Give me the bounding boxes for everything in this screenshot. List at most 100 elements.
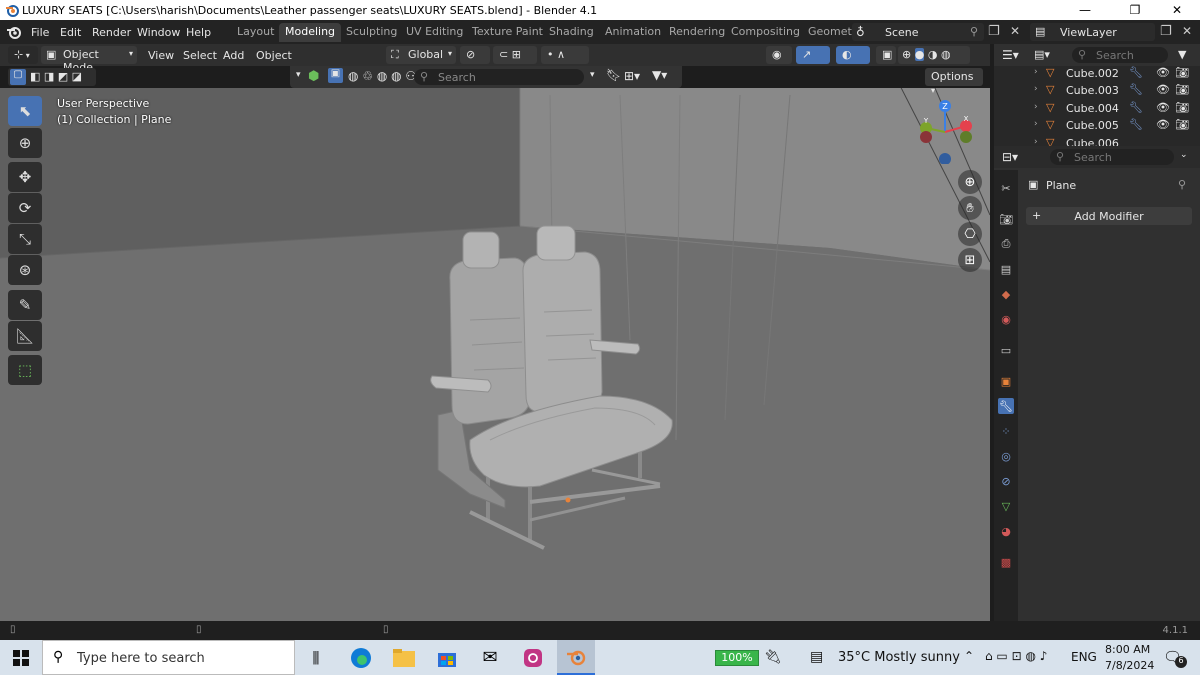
output-tab-icon[interactable]: ⎙ bbox=[998, 236, 1014, 252]
new-scene-icon[interactable]: ❐ bbox=[988, 24, 1000, 39]
overlays-button[interactable]: ◐ bbox=[836, 46, 870, 64]
remove-view-layer-icon[interactable]: ✕ bbox=[1182, 24, 1192, 38]
remove-scene-icon[interactable]: ✕ bbox=[1010, 24, 1020, 38]
annotate-tool[interactable]: ✎ bbox=[8, 290, 42, 320]
eye-icon[interactable]: 👁︎ bbox=[1156, 118, 1170, 131]
filter-icon[interactable]: ▼▾ bbox=[652, 68, 667, 82]
battery-indicator[interactable]: 100% bbox=[715, 650, 759, 666]
menu-window[interactable]: Window bbox=[137, 26, 180, 39]
visibility-button[interactable]: ◉ bbox=[766, 46, 792, 64]
tab-layout[interactable]: Layout bbox=[231, 23, 280, 42]
blender-menu-icon[interactable] bbox=[6, 24, 22, 40]
mode-dropdown[interactable]: ▣ Object Mode ▾ bbox=[41, 46, 137, 74]
clock-date[interactable]: 7/8/2024 bbox=[1105, 659, 1154, 672]
display-mode-icon[interactable]: ▤▾ bbox=[1034, 48, 1050, 61]
wireframe-shading-icon[interactable]: ⊕ bbox=[902, 48, 911, 61]
taskbar-search-box[interactable]: ⚲ Type here to search bbox=[42, 640, 295, 675]
tab-sculpting[interactable]: Sculpting bbox=[340, 23, 403, 42]
filter-icon[interactable]: ▼ bbox=[1178, 48, 1186, 61]
navigation-gizmo[interactable]: Z X Y bbox=[910, 96, 980, 164]
menu-edit[interactable]: Edit bbox=[60, 26, 81, 39]
object-tab-icon[interactable]: ▣ bbox=[998, 373, 1014, 389]
tab-shading[interactable]: Shading bbox=[543, 23, 600, 42]
pin-icon[interactable]: ⚲ bbox=[970, 25, 978, 38]
material-shading-icon[interactable]: ◑ bbox=[928, 48, 938, 61]
proportional-edit-button[interactable]: • ∧ bbox=[541, 46, 589, 64]
transform-orientation-dropdown[interactable]: ⛶ Global ▾ bbox=[386, 46, 456, 64]
tab-rendering[interactable]: Rendering bbox=[663, 23, 731, 42]
new-view-layer-icon[interactable]: ❐ bbox=[1160, 24, 1172, 39]
camera-icon[interactable]: 📷︎ bbox=[1175, 101, 1189, 114]
view-layer-selector[interactable]: ▤ ViewLayer bbox=[1030, 23, 1155, 41]
outliner-row[interactable]: › ▽ Cube.006 bbox=[994, 135, 1200, 146]
perspective-toggle-button[interactable]: ⊞ bbox=[958, 248, 982, 272]
outliner-row[interactable]: › ▽ Cube.005 🔧︎ 👁︎ 📷︎ bbox=[994, 117, 1200, 134]
add-modifier-button[interactable]: + Add Modifier bbox=[1026, 207, 1192, 225]
file-explorer-button[interactable] bbox=[385, 640, 423, 675]
snap-button[interactable]: ⊂ ⊞ bbox=[493, 46, 537, 64]
eye-icon[interactable]: 👁︎ bbox=[1156, 66, 1170, 79]
3d-viewport[interactable]: Z X Y bbox=[0, 88, 990, 621]
bookmark-icon[interactable]: 🔖︎ bbox=[606, 68, 621, 82]
view-menu[interactable]: View bbox=[148, 49, 174, 62]
gizmos-button[interactable]: ↗ bbox=[796, 46, 830, 64]
particles-tab-icon[interactable]: ⁘ bbox=[998, 423, 1014, 439]
layout-icon[interactable]: ⊞▾ bbox=[624, 69, 640, 83]
add-cube-tool[interactable]: ⬚ bbox=[8, 355, 42, 385]
outliner-row[interactable]: › ▽ Cube.004 🔧︎ 👁︎ 📷︎ bbox=[994, 100, 1200, 117]
instagram-button[interactable] bbox=[514, 640, 552, 675]
clock-time[interactable]: 8:00 AM bbox=[1105, 643, 1150, 656]
task-view-button[interactable]: ⫼ bbox=[297, 640, 335, 675]
chevron-down-icon[interactable]: ▾ bbox=[296, 70, 301, 80]
select-menu[interactable]: Select bbox=[183, 49, 217, 62]
pin-icon[interactable]: ⚲ bbox=[1178, 178, 1186, 191]
xray-button[interactable]: ▣ bbox=[876, 46, 896, 64]
menu-render[interactable]: Render bbox=[92, 26, 131, 39]
properties-editor-icon[interactable]: ⊟▾ bbox=[1002, 150, 1018, 164]
options-button[interactable]: Options ▾ bbox=[925, 68, 983, 95]
add-menu[interactable]: Add bbox=[223, 49, 244, 62]
eye-icon[interactable]: 👁︎ bbox=[1156, 101, 1170, 114]
edge-button[interactable] bbox=[342, 640, 380, 675]
collection-tab-icon[interactable]: ▭ bbox=[998, 342, 1014, 358]
scene-selector[interactable]: ♁ Scene ⚲ bbox=[852, 23, 984, 41]
tool-tab-icon[interactable]: ✂ bbox=[998, 180, 1014, 196]
material-tab-icon[interactable]: ◕ bbox=[998, 523, 1014, 539]
physics-tab-icon[interactable]: ◎ bbox=[998, 448, 1014, 464]
move-tool[interactable]: ✥ bbox=[8, 162, 42, 192]
system-tray-icons[interactable]: ⌂ ▭ ⊡ ◍ ♪ bbox=[985, 649, 1047, 663]
zoom-button[interactable]: ⊕ bbox=[958, 170, 982, 194]
solid-shading-icon[interactable]: ● bbox=[914, 48, 925, 61]
mesh-filter-icon[interactable]: ▣ bbox=[328, 68, 343, 83]
object-type-filter-icons[interactable]: ◍ ♲ ◍ ◍ ⚇ bbox=[348, 69, 416, 83]
measure-tool[interactable]: 📐︎ bbox=[8, 321, 42, 351]
object-data-tab-icon[interactable]: ▽ bbox=[998, 498, 1014, 514]
store-button[interactable] bbox=[428, 640, 466, 675]
camera-view-button[interactable]: ⎔ bbox=[958, 222, 982, 246]
shading-buttons[interactable]: ⊕ ● ◑ ◍ bbox=[898, 46, 970, 64]
object-menu[interactable]: Object bbox=[256, 49, 292, 62]
notification-center-button[interactable]: 🗨︎ 6 bbox=[1163, 648, 1187, 668]
view-layer-tab-icon[interactable]: ▤ bbox=[998, 261, 1014, 277]
pivot-point-button[interactable]: ⊘ bbox=[460, 46, 490, 64]
constraints-tab-icon[interactable]: ⊘ bbox=[998, 473, 1014, 489]
scene-tab-icon[interactable]: ◆ bbox=[998, 286, 1014, 302]
select-new-icon[interactable]: ▢ bbox=[10, 69, 26, 85]
select-modes-icons[interactable]: ◧ ◨ ◩ ◪ bbox=[30, 70, 82, 83]
outliner-editor-icon[interactable]: ☰▾ bbox=[1002, 48, 1019, 62]
editor-type-button[interactable]: ⊹ ▾ bbox=[8, 46, 38, 64]
select-tool[interactable]: ⬉ bbox=[8, 96, 42, 126]
tab-modeling[interactable]: Modeling bbox=[279, 23, 342, 42]
close-button[interactable]: ✕ bbox=[1154, 0, 1200, 20]
outliner-row[interactable]: › ▽ Cube.003 🔧︎ 👁︎ 📷︎ bbox=[994, 82, 1200, 99]
camera-icon[interactable]: 📷︎ bbox=[1175, 83, 1189, 96]
outliner-search-input[interactable]: ⚲ Search bbox=[1072, 47, 1168, 63]
weather-label[interactable]: 35°C Mostly sunny bbox=[838, 650, 960, 665]
menu-file[interactable]: File bbox=[31, 26, 49, 39]
select-mode-buttons[interactable]: ▢ ◧ ◨ ◩ ◪ bbox=[8, 68, 96, 86]
viewport-search-input[interactable]: ⚲ Search bbox=[414, 69, 584, 85]
camera-icon[interactable]: 📷︎ bbox=[1175, 66, 1189, 79]
blender-taskbar-button[interactable] bbox=[557, 640, 595, 675]
transform-tool[interactable]: ⊛ bbox=[8, 255, 42, 285]
rotate-tool[interactable]: ⟳ bbox=[8, 193, 42, 223]
